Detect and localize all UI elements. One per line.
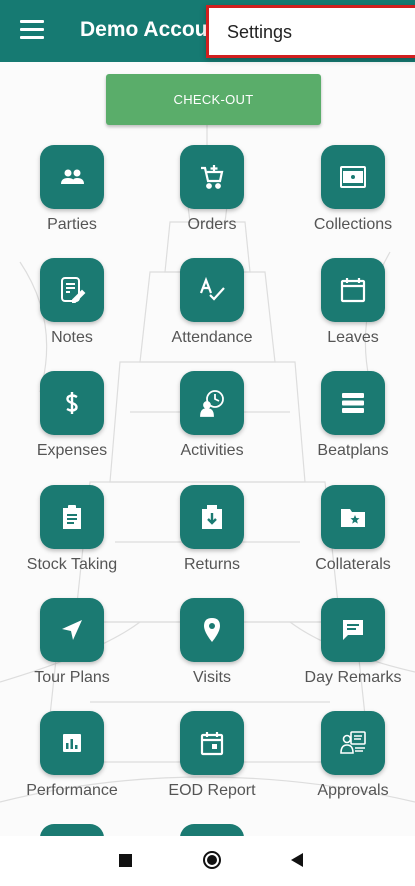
tile-icon-box: [180, 145, 244, 209]
tile-stock-taking[interactable]: Stock Taking: [12, 485, 132, 585]
tile-label: Collections: [313, 216, 393, 233]
tile-label: Approvals: [317, 782, 389, 799]
tile-label: Tour Plans: [34, 669, 110, 686]
system-navigation-bar: [0, 836, 415, 886]
tile-icon-box: [321, 598, 385, 662]
tile-label: Collaterals: [315, 556, 391, 573]
bar-chart-icon: [63, 734, 81, 752]
cart-add-icon: [201, 165, 224, 189]
tile-performance[interactable]: Performance: [12, 711, 132, 811]
calendar-blank-icon: [340, 278, 366, 303]
calendar-day-icon: [200, 732, 224, 756]
tile-label: Parties: [47, 216, 97, 233]
tile-visits[interactable]: Visits: [152, 598, 272, 698]
tile-label: EOD Report: [168, 782, 256, 799]
tile-label: Performance: [26, 782, 118, 799]
tile-approvals[interactable]: Approvals: [293, 711, 413, 811]
tile-icon-box: [40, 598, 104, 662]
tile-orders[interactable]: Orders: [152, 145, 272, 245]
box-return-icon: [202, 505, 222, 529]
person-clock-icon: [200, 390, 224, 417]
tile-label: Returns: [183, 556, 241, 573]
folder-star-icon: [341, 509, 365, 527]
tile-icon-box: [40, 711, 104, 775]
tile-parties[interactable]: Parties: [12, 145, 132, 245]
tile-collaterals[interactable]: Collaterals: [293, 485, 413, 585]
tile-label: Activities: [180, 442, 244, 459]
tile-icon-box: [180, 371, 244, 435]
dollar-icon: [66, 392, 78, 414]
tile-icon-box: [321, 711, 385, 775]
navigation-arrow-icon: [62, 620, 82, 640]
tile-partial-left[interactable]: [40, 824, 104, 836]
location-pin-icon: [204, 618, 220, 642]
tile-label: Visits: [193, 669, 231, 686]
tile-icon-box: [40, 371, 104, 435]
overflow-menu: Settings: [206, 5, 415, 58]
people-icon: [61, 169, 84, 184]
tile-label: Notes: [51, 329, 93, 346]
tile-icon-box: [180, 598, 244, 662]
tile-label: Beatplans: [317, 442, 389, 459]
tile-icon-box: [180, 485, 244, 549]
cash-icon: [340, 166, 366, 188]
back-icon[interactable]: [291, 853, 303, 867]
tile-leaves[interactable]: Leaves: [293, 258, 413, 358]
tile-returns[interactable]: Returns: [152, 485, 272, 585]
tile-eod-report[interactable]: EOD Report: [152, 711, 272, 811]
tile-expenses[interactable]: Expenses: [12, 371, 132, 471]
note-edit-icon: [61, 277, 86, 303]
spellcheck-icon: [199, 276, 225, 301]
tile-icon-box: [40, 145, 104, 209]
tile-icon-box: [321, 485, 385, 549]
tile-beatplans[interactable]: Beatplans: [293, 371, 413, 471]
tile-label: Leaves: [327, 329, 379, 346]
tile-icon-box: [40, 485, 104, 549]
home-icon[interactable]: [203, 851, 221, 869]
tile-label: Attendance: [171, 329, 253, 346]
tile-icon-box: [321, 258, 385, 322]
chat-remark-icon: [343, 620, 363, 640]
app-screen: Demo Account Settings CHECK-OUT Parties …: [0, 0, 415, 836]
settings-menu-item[interactable]: Settings: [227, 22, 292, 43]
tile-tour-plans[interactable]: Tour Plans: [12, 598, 132, 698]
approval-person-icon: [340, 731, 366, 754]
stacked-list-icon: [342, 393, 364, 413]
tile-icon-box: [180, 711, 244, 775]
hamburger-menu-icon[interactable]: [20, 20, 44, 42]
tile-icon-box: [321, 145, 385, 209]
tile-label: Day Remarks: [304, 669, 402, 686]
tile-attendance[interactable]: Attendance: [152, 258, 272, 358]
tile-day-remarks[interactable]: Day Remarks: [293, 598, 413, 698]
tile-notes[interactable]: Notes: [12, 258, 132, 358]
tile-label: Orders: [187, 216, 237, 233]
check-out-button[interactable]: CHECK-OUT: [106, 74, 321, 125]
tile-collections[interactable]: Collections: [293, 145, 413, 245]
tile-icon-box: [321, 371, 385, 435]
tile-activities[interactable]: Activities: [152, 371, 272, 471]
tile-partial-center[interactable]: [180, 824, 244, 836]
tile-icon-box: [40, 258, 104, 322]
recent-apps-icon[interactable]: [119, 854, 132, 867]
clipboard-list-icon: [63, 505, 81, 529]
tile-icon-box: [180, 258, 244, 322]
tile-label: Expenses: [36, 442, 108, 459]
tile-label: Stock Taking: [26, 556, 118, 573]
